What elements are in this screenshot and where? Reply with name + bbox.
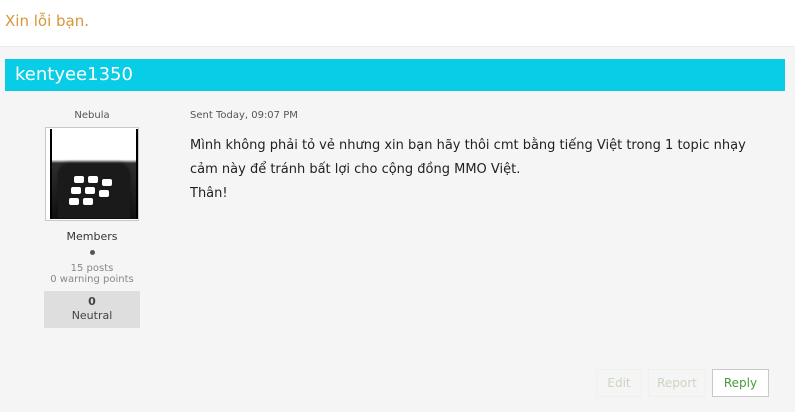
reputation-value: 0 (88, 295, 96, 308)
warning-points: 0 warning points (50, 274, 134, 285)
avatar-badge (58, 164, 130, 218)
post-body: Mình không phải tỏ vẻ nhưng xin bạn hãy … (190, 134, 770, 206)
reply-button[interactable]: Reply (712, 369, 769, 397)
user-title: Nebula (74, 110, 110, 121)
author-name-link[interactable]: kentyee1350 (15, 64, 133, 85)
online-status-icon (89, 250, 95, 255)
message-post: kentyee1350 Nebula Members 15 posts 0 wa… (0, 46, 795, 412)
previous-post-text: Xin lỗi bạn. (5, 12, 89, 30)
post-body-line: Thân! (190, 186, 228, 201)
avatar[interactable] (45, 127, 139, 221)
report-button[interactable]: Report (648, 369, 706, 397)
post-body-line: Mình không phải tỏ vẻ nhưng xin bạn hãy … (190, 138, 746, 153)
author-bar: kentyee1350 (5, 59, 785, 91)
edit-button[interactable]: Edit (596, 369, 642, 397)
reputation-label: Neutral (71, 309, 113, 322)
sent-timestamp: Sent Today, 09:07 PM (190, 110, 298, 121)
post-count: 15 posts (70, 263, 114, 274)
member-group: Members (66, 230, 118, 243)
post-body-line: cảm này để tránh bất lợi cho cộng đồng M… (190, 162, 521, 177)
author-info: Nebula Members 15 posts 0 warning points… (40, 107, 144, 328)
blackberry-logo-icon (50, 129, 138, 219)
reputation-box: 0 Neutral (44, 291, 140, 328)
